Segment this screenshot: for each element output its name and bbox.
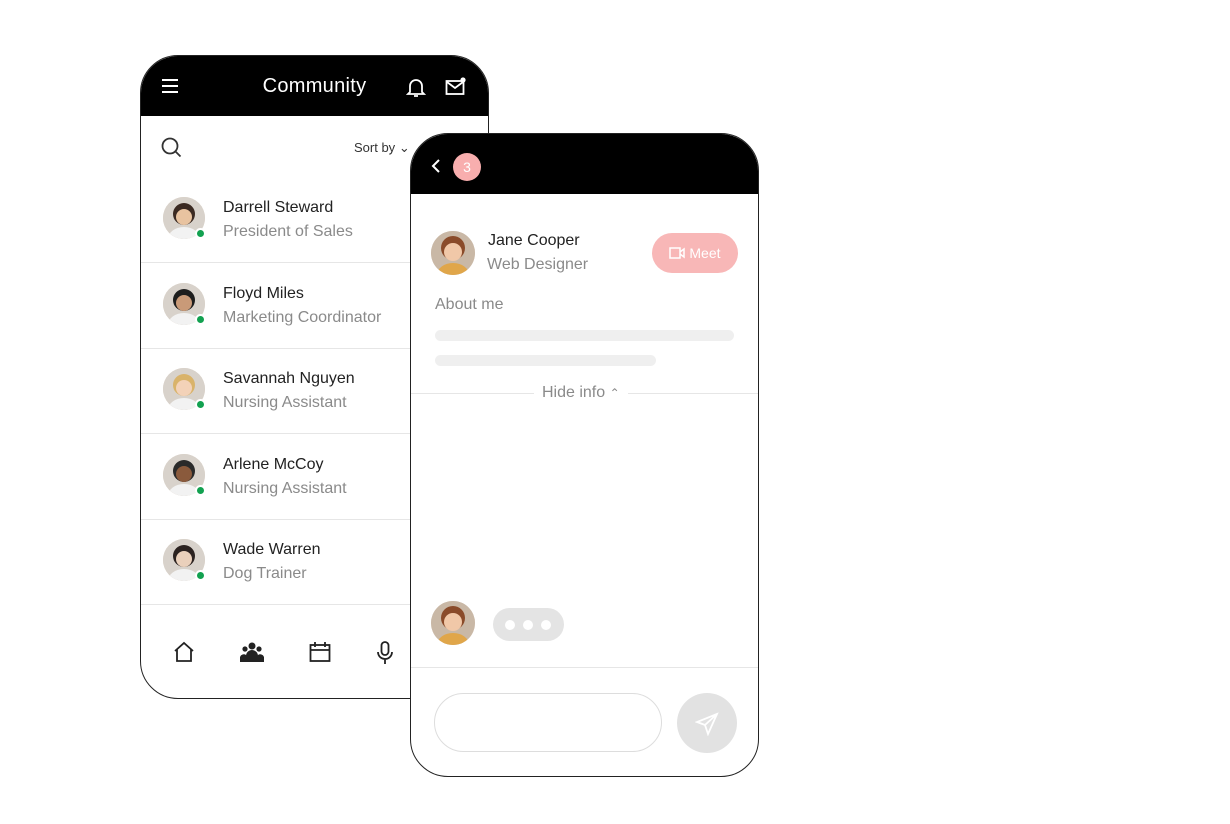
meet-button[interactable]: Meet [652, 233, 738, 273]
bell-icon[interactable] [406, 77, 426, 99]
about-me-label: About me [435, 296, 504, 313]
chevron-up-icon: ⌃ [609, 386, 620, 400]
meet-label: Meet [689, 245, 721, 261]
people-icon[interactable] [240, 641, 264, 663]
online-status-dot [195, 228, 206, 239]
back-chevron-icon[interactable] [431, 158, 441, 174]
send-button[interactable] [677, 693, 737, 753]
member-name: Darrell Steward [223, 199, 334, 216]
member-name: Wade Warren [223, 541, 321, 558]
send-icon [695, 712, 719, 736]
calendar-icon[interactable] [309, 641, 331, 663]
video-camera-icon [669, 247, 686, 259]
typing-indicator [493, 608, 564, 641]
member-role: Nursing Assistant [223, 394, 347, 411]
online-status-dot [195, 399, 206, 410]
sort-label: Sort by [354, 140, 396, 155]
chat-screen: 3 Jane Cooper Web Designer Meet About me… [410, 133, 759, 777]
mail-icon[interactable] [445, 77, 467, 97]
notification-badge: 3 [453, 153, 481, 181]
online-status-dot [195, 313, 206, 325]
message-input[interactable] [434, 693, 662, 752]
member-name: Savannah Nguyen [223, 370, 355, 387]
online-status-dot [195, 484, 206, 496]
divider [411, 667, 758, 668]
member-role: President of Sales [223, 223, 353, 240]
about-placeholder-line [435, 330, 734, 341]
contact-name: Jane Cooper [488, 232, 580, 249]
online-status-dot [195, 570, 206, 581]
member-role: Dog Trainer [223, 565, 307, 582]
community-header: Community [141, 56, 488, 116]
member-role: Nursing Assistant [223, 479, 347, 497]
microphone-icon[interactable] [376, 641, 394, 665]
member-name: Arlene McCoy [223, 455, 324, 473]
avatar [431, 231, 475, 275]
search-icon[interactable] [161, 137, 183, 159]
sort-by-dropdown[interactable]: Sort by ⌄ [354, 140, 410, 156]
chevron-down-icon: ⌄ [398, 140, 410, 155]
about-placeholder-line [435, 355, 656, 366]
member-name: Floyd Miles [223, 284, 304, 302]
member-role: Marketing Coordinator [223, 308, 382, 326]
contact-role: Web Designer [487, 256, 589, 273]
hide-info-toggle[interactable]: Hide info ⌃ [534, 384, 628, 402]
avatar [431, 601, 475, 645]
page-title: Community [262, 75, 367, 97]
home-icon[interactable] [173, 641, 195, 663]
hide-info-label: Hide info [542, 384, 606, 401]
chat-header: 3 [411, 134, 758, 194]
